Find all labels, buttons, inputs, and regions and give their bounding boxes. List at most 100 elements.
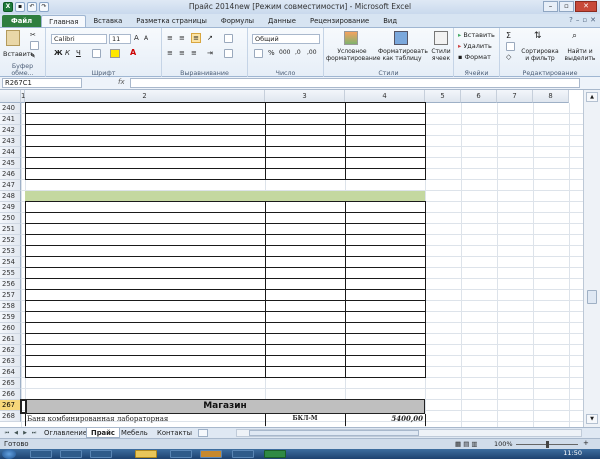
font-name-select[interactable]: Calibri (51, 34, 107, 44)
sheet-tab[interactable]: Оглавление (40, 428, 91, 438)
increase-decimal-icon[interactable]: ,0 (295, 49, 301, 56)
clear-icon[interactable]: ◇ (506, 53, 511, 61)
fill-color-icon[interactable] (110, 49, 120, 58)
zoom-in-icon[interactable]: + (583, 439, 589, 447)
borders-icon[interactable] (92, 49, 101, 58)
taskbar-excel-app[interactable] (264, 450, 286, 458)
row-header[interactable]: 257 (0, 290, 21, 301)
align-right-icon[interactable]: ≡ (191, 49, 197, 57)
tab-page-layout[interactable]: Разметка страницы (129, 15, 214, 27)
taskbar-app[interactable] (200, 450, 222, 458)
tab-data[interactable]: Данные (261, 15, 303, 27)
taskbar-app[interactable] (232, 450, 254, 458)
cut-icon[interactable]: ✂ (30, 31, 36, 39)
restore-icon[interactable]: ▫ (582, 16, 587, 24)
font-size-select[interactable]: 11 (109, 34, 131, 44)
close-workbook-icon[interactable]: ✕ (590, 16, 596, 24)
row-header[interactable]: 250 (0, 213, 21, 224)
row-header[interactable]: 259 (0, 312, 21, 323)
sort-filter-button[interactable]: Сортировка и фильтр (520, 48, 560, 62)
row-header[interactable]: 260 (0, 323, 21, 334)
decrease-decimal-icon[interactable]: ,00 (307, 49, 317, 56)
row-header[interactable]: 262 (0, 345, 21, 356)
scroll-up-icon[interactable]: ▲ (586, 92, 598, 102)
copy-icon[interactable] (30, 41, 39, 50)
grow-font-icon[interactable]: A (134, 34, 139, 42)
row-header[interactable]: 242 (0, 125, 21, 136)
insert-cells-button[interactable]: ▸ Вставить (458, 31, 495, 39)
row-header[interactable]: 248 (0, 191, 21, 202)
zoom-slider-thumb[interactable] (546, 441, 549, 448)
indent-icon[interactable]: ⇥ (207, 49, 213, 57)
align-top-icon[interactable]: ≡ (167, 34, 173, 42)
vertical-scrollbar[interactable]: ▲ ▼ (583, 90, 600, 427)
thousands-button[interactable]: 000 (279, 49, 290, 56)
active-cell[interactable] (20, 399, 27, 414)
tab-insert[interactable]: Вставка (86, 15, 129, 27)
help-icon[interactable]: ? (569, 16, 573, 24)
taskbar-folder-app[interactable] (135, 450, 157, 458)
minimize-button[interactable]: – (543, 1, 558, 12)
zoom-level[interactable]: 100% (494, 440, 513, 448)
tab-formulas[interactable]: Формулы (214, 15, 261, 27)
row-header[interactable]: 265 (0, 378, 21, 389)
column-header[interactable]: 7 (497, 90, 533, 103)
select-all-corner[interactable] (0, 90, 21, 103)
align-bottom-icon[interactable]: ≡ (191, 33, 201, 43)
name-box[interactable]: R267C1 (2, 78, 82, 88)
autosum-icon[interactable]: Σ (506, 31, 511, 40)
horizontal-scroll-thumb[interactable] (249, 430, 419, 436)
wrap-text-icon[interactable] (224, 34, 233, 43)
row-header[interactable]: 253 (0, 246, 21, 257)
taskbar-app[interactable] (170, 450, 192, 458)
first-sheet-icon[interactable]: ⏮ (3, 429, 11, 437)
row-header[interactable]: 258 (0, 301, 21, 312)
cell-styles-icon[interactable] (434, 31, 448, 45)
conditional-format-icon[interactable] (344, 31, 358, 45)
next-sheet-icon[interactable]: ▶ (21, 429, 29, 437)
align-center-icon[interactable]: ≡ (179, 49, 185, 57)
format-painter-icon[interactable]: ✎ (30, 52, 36, 60)
last-sheet-icon[interactable]: ⏭ (30, 429, 38, 437)
formula-input[interactable] (130, 78, 580, 88)
format-as-table-icon[interactable] (394, 31, 408, 45)
minimize-ribbon-icon[interactable]: – (576, 16, 580, 24)
row-header[interactable]: 264 (0, 367, 21, 378)
cell-styles-button[interactable]: Стили ячеек (428, 48, 454, 62)
conditional-format-button[interactable]: Условное форматирование (326, 48, 380, 62)
currency-icon[interactable] (254, 49, 263, 58)
product-name-cell[interactable]: Баня комбинированная лабораторная (27, 414, 265, 424)
row-header[interactable]: 243 (0, 136, 21, 147)
vertical-scroll-thumb[interactable] (587, 290, 597, 304)
taskbar-app[interactable] (60, 450, 82, 458)
new-sheet-icon[interactable] (198, 429, 208, 437)
sheet-tab-active[interactable]: Прайс (86, 428, 120, 438)
close-button[interactable]: ✕ (575, 1, 597, 12)
scroll-down-icon[interactable]: ▼ (586, 414, 598, 424)
italic-button[interactable]: К (65, 49, 70, 57)
view-buttons[interactable]: ▦ ▤ ▥ (455, 440, 478, 448)
row-header[interactable]: 251 (0, 224, 21, 235)
taskbar-app[interactable] (90, 450, 112, 458)
taskbar-app[interactable] (30, 450, 52, 458)
row-header[interactable]: 247 (0, 180, 21, 191)
delete-cells-button[interactable]: ▸ Удалить (458, 42, 492, 50)
tab-home[interactable]: Главная (41, 15, 87, 27)
row-header[interactable]: 240 (0, 103, 21, 114)
shrink-font-icon[interactable]: A (144, 35, 148, 42)
row-header[interactable]: 263 (0, 356, 21, 367)
column-header[interactable]: 8 (533, 90, 569, 103)
merge-icon[interactable] (224, 49, 233, 58)
row-header[interactable]: 249 (0, 202, 21, 213)
sheet-tab[interactable]: Контакты (153, 428, 196, 438)
row-header[interactable]: 246 (0, 169, 21, 180)
row-header[interactable]: 267 (0, 400, 21, 411)
maximize-button[interactable]: ▫ (559, 1, 574, 12)
column-header[interactable]: 5 (425, 90, 461, 103)
row-header[interactable]: 268 (0, 411, 21, 422)
product-price-cell[interactable]: 5400,00 (345, 414, 423, 424)
row-header[interactable]: 254 (0, 257, 21, 268)
tab-review[interactable]: Рецензирование (303, 15, 376, 27)
section-header[interactable]: Магазин (25, 399, 425, 414)
insert-function-icon[interactable]: fx (118, 78, 125, 86)
